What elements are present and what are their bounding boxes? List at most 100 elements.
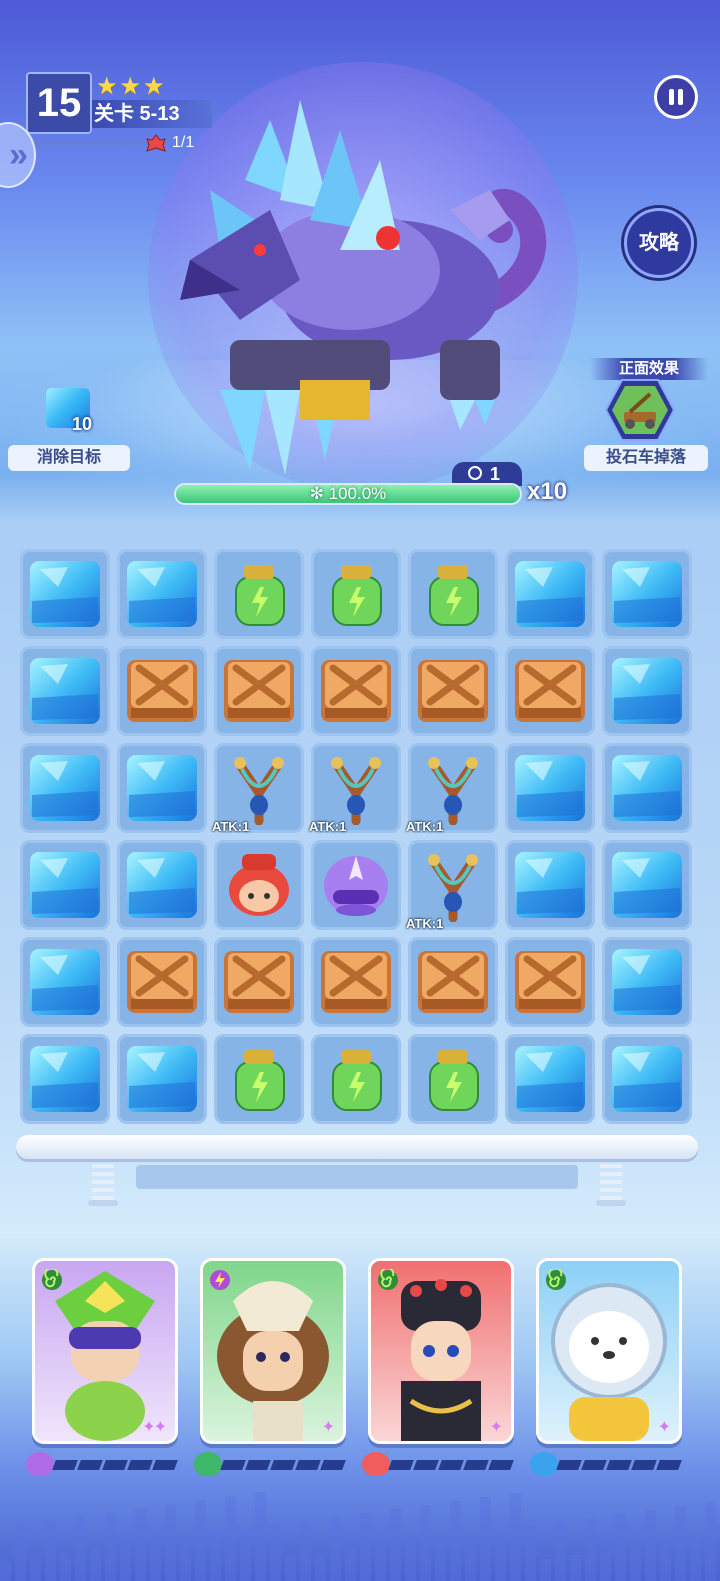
ice-icon <box>30 852 100 918</box>
eq-bar <box>210 1533 221 1581</box>
clock-icon <box>468 466 482 480</box>
board-cell-crate[interactable] <box>117 937 207 1027</box>
board-cell-crate[interactable] <box>214 646 304 736</box>
eq-bar <box>345 1550 356 1581</box>
crate-icon <box>321 951 391 1013</box>
red-mask-icon <box>229 854 289 916</box>
eq-bar <box>375 1546 386 1581</box>
launcher-slot <box>136 1165 578 1189</box>
slingshot-icon <box>428 757 478 825</box>
crystal-wolf-boss[interactable] <box>150 60 580 480</box>
board-cell-jar[interactable] <box>214 1034 304 1124</box>
board-cell-ice[interactable] <box>602 743 692 833</box>
spiral-icon <box>41 1267 63 1291</box>
board-cell-crate[interactable] <box>408 937 498 1027</box>
eq-bar <box>615 1514 626 1581</box>
board-cell-jar[interactable] <box>214 549 304 639</box>
energy-segment <box>463 1460 489 1470</box>
board-cell-ice[interactable] <box>20 1034 110 1124</box>
guide-button[interactable]: 攻略 <box>624 208 694 278</box>
board-cell-ice[interactable] <box>20 646 110 736</box>
energy-segments <box>388 1460 514 1470</box>
energy-segment <box>581 1460 607 1470</box>
atk-label: ATK:1 <box>212 819 250 834</box>
board-cell-ice[interactable] <box>602 1034 692 1124</box>
eq-bar <box>60 1553 71 1581</box>
board-cell-jar[interactable] <box>311 1034 401 1124</box>
target-label: 消除目标 <box>8 445 130 471</box>
energy-segment <box>388 1460 414 1470</box>
hero-card-astro-bear[interactable]: ✦ <box>536 1258 682 1444</box>
board-cell-crate[interactable] <box>408 646 498 736</box>
board-cell-purple-mask[interactable] <box>311 840 401 930</box>
board-cell-crate[interactable] <box>311 937 401 1027</box>
eq-bar <box>690 1539 701 1581</box>
eq-bar <box>570 1555 581 1581</box>
board-cell-ice[interactable] <box>505 840 595 930</box>
board-cell-crate[interactable] <box>117 646 207 736</box>
board-cell-slingshot[interactable]: ATK:1 <box>406 743 498 834</box>
board-cell-ice[interactable] <box>505 743 595 833</box>
launcher-tray <box>16 1135 698 1159</box>
atk-label: ATK:1 <box>406 819 444 834</box>
hero-card-opera-hero[interactable]: ✦ <box>368 1258 514 1444</box>
effect-label: 投石车掉落 <box>584 445 708 471</box>
board-cell-ice[interactable] <box>505 549 595 639</box>
star-rank: ✦ <box>321 1419 335 1436</box>
pause-button[interactable] <box>654 75 698 119</box>
target-count: 10 <box>72 414 93 434</box>
eq-bar <box>45 1520 56 1581</box>
catapult-effect-icon[interactable] <box>604 378 676 442</box>
eq-bar <box>0 1561 11 1581</box>
board-cell-slingshot[interactable]: ATK:1 <box>406 840 498 931</box>
board-cell-red-mask[interactable] <box>214 840 304 930</box>
eq-bar <box>555 1522 566 1581</box>
board-cell-crate[interactable] <box>505 646 595 736</box>
snowflake-icon: ✻ <box>309 484 329 503</box>
board-cell-ice[interactable] <box>117 840 207 930</box>
board-cell-ice[interactable] <box>20 840 110 930</box>
board-cell-ice[interactable] <box>602 549 692 639</box>
board-cell-crate[interactable] <box>505 937 595 1027</box>
ice-icon <box>515 561 585 627</box>
energy-segment <box>320 1460 346 1470</box>
board-cell-ice[interactable] <box>602 840 692 930</box>
board-cell-ice[interactable] <box>20 743 110 833</box>
eq-bar <box>285 1558 296 1581</box>
eq-bar <box>495 1530 506 1581</box>
eq-bar <box>660 1543 671 1581</box>
hero-card-green-ninja[interactable]: ✦✦ <box>32 1258 178 1444</box>
board-cell-ice[interactable] <box>505 1034 595 1124</box>
board-cell-crate[interactable] <box>214 937 304 1027</box>
board-cell-slingshot[interactable]: ATK:1 <box>309 743 401 834</box>
eq-bar <box>300 1521 311 1581</box>
hero-card-dino-girl[interactable]: ✦ <box>200 1258 346 1444</box>
board-cell-ice[interactable] <box>20 937 110 1027</box>
board-cell-jar[interactable] <box>311 549 401 639</box>
game-screen: 15 ★★★ 关卡 5-13 1/1 » 攻略 10 消除目标 正面效果 投石车… <box>0 0 720 1581</box>
ice-icon <box>515 755 585 821</box>
slingshot-icon <box>331 757 381 825</box>
board-cell-ice[interactable] <box>117 1034 207 1124</box>
board-cell-ice[interactable] <box>602 937 692 1027</box>
eq-bar <box>585 1518 596 1581</box>
eq-bar <box>240 1529 251 1581</box>
eq-bar <box>450 1501 461 1581</box>
board-cell-crate[interactable] <box>311 646 401 736</box>
energy-segment <box>295 1460 321 1470</box>
ice-icon <box>515 1046 585 1112</box>
slingshot-icon <box>428 854 478 922</box>
board-cell-jar[interactable] <box>408 1034 498 1124</box>
board-cell-jar[interactable] <box>408 549 498 639</box>
board-cell-ice[interactable] <box>602 646 692 736</box>
board-cell-slingshot[interactable]: ATK:1 <box>212 743 304 834</box>
jar-icon <box>235 565 285 626</box>
jar-icon <box>429 1050 479 1111</box>
energy-segment <box>606 1460 632 1470</box>
eq-bar <box>675 1506 686 1581</box>
board-cell-ice[interactable] <box>117 743 207 833</box>
board-cell-ice[interactable] <box>20 549 110 639</box>
ice-icon <box>127 561 197 627</box>
board-cell-ice[interactable] <box>117 549 207 639</box>
eq-bar <box>90 1549 101 1581</box>
